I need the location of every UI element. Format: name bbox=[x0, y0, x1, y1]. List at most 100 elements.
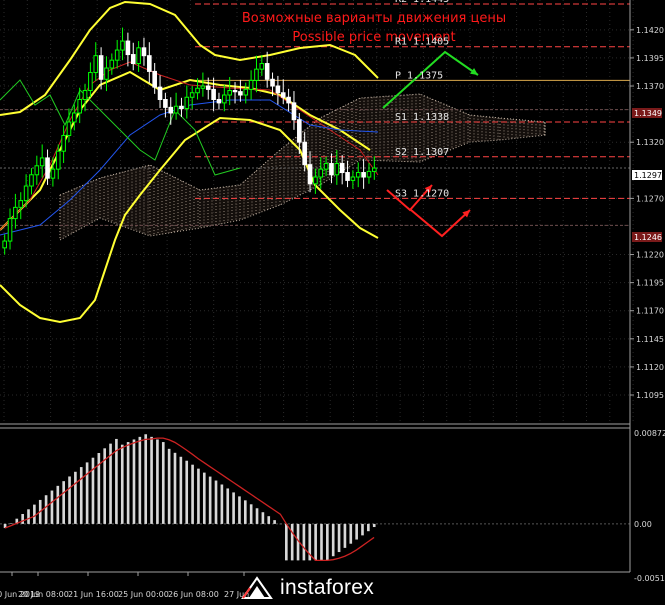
histogram-bar bbox=[91, 457, 95, 524]
level-tag-1246: 1.1246 bbox=[632, 232, 662, 242]
time-tick-label: 21 Jun 16:00 bbox=[68, 590, 119, 599]
candle-body bbox=[259, 63, 265, 70]
candle-body bbox=[39, 157, 45, 167]
candle-body bbox=[254, 68, 259, 81]
histogram-bar bbox=[238, 496, 241, 524]
candle-body bbox=[361, 172, 366, 178]
candle-body bbox=[114, 49, 120, 61]
histogram-bar bbox=[314, 523, 317, 561]
candle-body bbox=[211, 88, 216, 101]
candle-body bbox=[227, 90, 232, 96]
histogram-bar bbox=[44, 495, 48, 524]
histogram-bar bbox=[50, 490, 54, 524]
histogram-bar bbox=[62, 481, 65, 524]
histogram-bar bbox=[214, 480, 218, 524]
candle-body bbox=[13, 206, 18, 220]
price-tick-label: 1.1095 bbox=[636, 391, 664, 400]
candle-body bbox=[270, 78, 275, 87]
pivot-label: S2 1.1307 bbox=[395, 147, 449, 158]
candle-body bbox=[152, 70, 157, 88]
price-tick-label: 1.1320 bbox=[636, 138, 664, 147]
candle-body bbox=[366, 170, 372, 178]
histogram-bar bbox=[161, 442, 165, 524]
candle-body bbox=[120, 40, 125, 51]
candle-body bbox=[200, 85, 206, 89]
candle-body bbox=[307, 164, 313, 185]
osc-tick-label: 0.00872 bbox=[634, 429, 665, 438]
candle-body bbox=[50, 168, 56, 179]
histogram-bar bbox=[372, 523, 376, 528]
histogram-bar bbox=[349, 523, 353, 544]
histogram-bar bbox=[21, 513, 24, 524]
histogram-bar bbox=[220, 484, 224, 524]
price-tick-label: 1.1145 bbox=[636, 335, 664, 344]
level-tag-1349: 1.1349 bbox=[632, 108, 662, 118]
histogram-bar bbox=[331, 523, 335, 557]
candle-body bbox=[173, 105, 179, 114]
candle-body bbox=[345, 172, 350, 181]
candle-body bbox=[88, 72, 93, 92]
osc-tick-label: 0.00 bbox=[634, 520, 652, 529]
histogram-bar bbox=[326, 523, 329, 561]
histogram-bar bbox=[120, 444, 124, 524]
pivot-label: R1 1.1405 bbox=[395, 37, 449, 48]
histogram-bar bbox=[255, 508, 259, 524]
logo-mark-icon bbox=[241, 576, 273, 599]
candle-body bbox=[318, 168, 324, 178]
candle-body bbox=[77, 99, 82, 114]
candle-body bbox=[141, 47, 147, 57]
candle-body bbox=[130, 54, 136, 65]
histogram-bar bbox=[156, 439, 159, 524]
candle-body bbox=[163, 99, 168, 108]
histogram-bar bbox=[202, 472, 206, 524]
candle-body bbox=[291, 102, 297, 121]
level-tag-1349-text: 1.1349 bbox=[634, 109, 662, 118]
level-tag-1246-text: 1.1246 bbox=[634, 233, 662, 242]
candle-body bbox=[72, 112, 77, 123]
candle-body bbox=[243, 88, 249, 96]
candle-body bbox=[98, 55, 104, 80]
candle-body bbox=[195, 87, 200, 94]
candle-body bbox=[248, 79, 254, 90]
candle-body bbox=[275, 85, 281, 94]
histogram-bar bbox=[361, 523, 364, 536]
candle-body bbox=[189, 92, 195, 98]
histogram-bar bbox=[79, 467, 83, 524]
price-tick-label: 1.1170 bbox=[636, 307, 664, 316]
histogram-bar bbox=[249, 504, 253, 524]
candle-body bbox=[125, 40, 131, 56]
price-tick-label: 1.1220 bbox=[636, 251, 664, 260]
candle-body bbox=[82, 90, 88, 101]
candle-body bbox=[45, 157, 50, 179]
histogram-bar bbox=[173, 452, 177, 524]
price-tick-label: 1.1395 bbox=[636, 54, 664, 63]
candle-body bbox=[168, 106, 174, 114]
candle-body bbox=[355, 172, 361, 178]
histogram-bar bbox=[208, 476, 212, 524]
candle-body bbox=[18, 200, 24, 208]
histogram-bar bbox=[68, 476, 71, 524]
candle-body bbox=[280, 92, 286, 98]
histogram-bar bbox=[85, 462, 89, 524]
histogram-bar bbox=[320, 523, 323, 561]
candle-body bbox=[147, 55, 152, 72]
histogram-bar bbox=[56, 485, 60, 524]
candle-body bbox=[232, 90, 238, 93]
histogram-bar bbox=[33, 504, 36, 524]
candle-body bbox=[238, 91, 243, 96]
candle-body bbox=[29, 174, 34, 187]
histogram-bar bbox=[267, 516, 271, 524]
histogram-bar bbox=[355, 523, 358, 540]
candle-body bbox=[350, 176, 356, 181]
candle-body bbox=[55, 150, 61, 170]
pivot-label: R2 1.1443 bbox=[395, 0, 449, 5]
histogram-bar bbox=[302, 523, 306, 561]
candle-body bbox=[339, 163, 345, 174]
histogram-bar bbox=[343, 523, 347, 548]
candle-body bbox=[264, 63, 270, 80]
time-tick-label: 25 Jun 00:00 bbox=[118, 590, 169, 599]
histogram-bar bbox=[232, 492, 235, 524]
histogram-bar bbox=[179, 456, 183, 524]
histogram-bar bbox=[367, 523, 370, 532]
candle-body bbox=[184, 96, 190, 109]
